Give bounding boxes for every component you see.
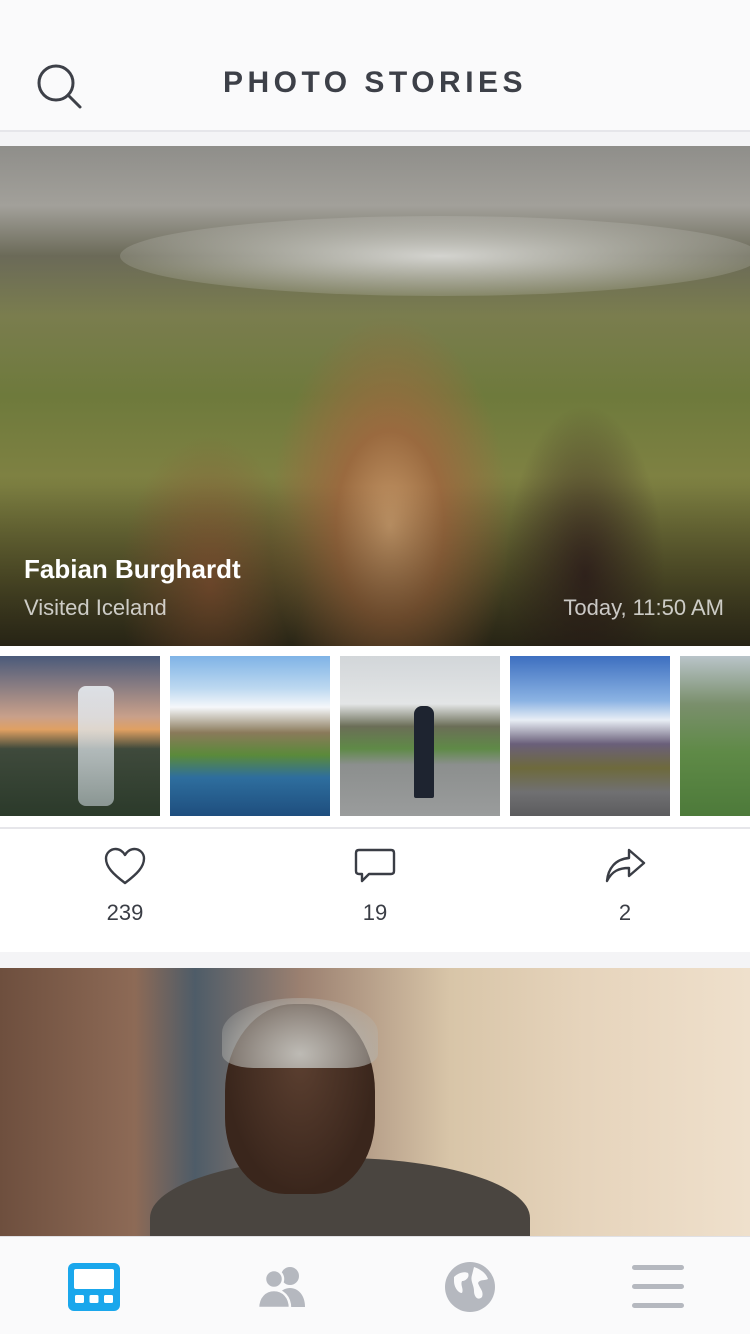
heart-icon bbox=[104, 847, 146, 885]
share-count: 2 bbox=[618, 900, 632, 925]
story-timestamp: Today, 11:50 AM bbox=[563, 595, 724, 620]
hero-mist bbox=[120, 216, 750, 296]
feed-icon[interactable] bbox=[65, 1259, 125, 1315]
thumbnail-mountain-lake[interactable] bbox=[510, 656, 670, 816]
comment-icon bbox=[354, 848, 396, 883]
photo-subject-hair bbox=[222, 998, 378, 1068]
like-count: 239 bbox=[106, 900, 144, 925]
people-icon[interactable] bbox=[252, 1259, 312, 1315]
story-subtitle: Visited Iceland bbox=[24, 595, 167, 620]
story-hero-image[interactable]: Fabian Burghardt Visited Iceland Today, … bbox=[0, 146, 750, 646]
thumbnail-strip[interactable] bbox=[0, 656, 750, 816]
page-title: PHOTO STORIES bbox=[222, 66, 528, 99]
top-header: PHOTO STORIES bbox=[0, 0, 750, 132]
card-divider bbox=[0, 827, 750, 829]
story-hero-image-2[interactable] bbox=[0, 968, 750, 1236]
comment-count: 19 bbox=[362, 900, 388, 925]
thumbnail-man-on-road[interactable] bbox=[340, 656, 500, 816]
thumbnail-mountain-river[interactable] bbox=[170, 656, 330, 816]
thumbnail-green-hills[interactable] bbox=[680, 656, 750, 816]
comment-button[interactable]: 19 bbox=[325, 846, 425, 938]
like-button[interactable]: 239 bbox=[75, 846, 175, 938]
story-author-name[interactable]: Fabian Burghardt bbox=[24, 554, 241, 585]
story-card: Fabian Burghardt Visited Iceland Today, … bbox=[0, 146, 750, 952]
thumbnail-waterfall[interactable] bbox=[0, 656, 160, 816]
share-icon bbox=[605, 848, 646, 883]
menu-icon[interactable] bbox=[628, 1259, 688, 1315]
share-button[interactable]: 2 bbox=[575, 846, 675, 938]
bottom-tab-bar bbox=[0, 1236, 750, 1334]
globe-icon[interactable] bbox=[440, 1259, 500, 1315]
